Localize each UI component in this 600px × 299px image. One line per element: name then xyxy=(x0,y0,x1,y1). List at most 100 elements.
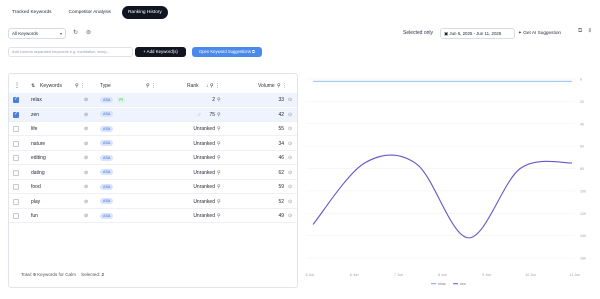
sort-icon[interactable]: ⇅ xyxy=(31,80,35,94)
table-row[interactable]: food ⊘ ASA Unranked ⚲ 59 ⊙ xyxy=(9,180,297,194)
search-icon[interactable]: ⚲ xyxy=(217,122,221,136)
add-keywords-button[interactable]: + Add Keyword(s) xyxy=(135,47,186,57)
row-checkbox[interactable] xyxy=(13,198,19,205)
search-icon[interactable]: ⚲ xyxy=(217,151,221,165)
link-icon[interactable]: ⊘ xyxy=(84,180,88,194)
y-tick-label: 120 xyxy=(580,212,586,216)
tab-bar: Tracked Keywords Competitor Analysis Ran… xyxy=(6,6,168,20)
row-action-icon[interactable]: ⊙ xyxy=(288,209,292,223)
header-keywords-filter-icon[interactable]: ⚲ ⋮ xyxy=(75,80,85,94)
footer-total-count: 9 xyxy=(33,272,36,277)
copy-icon[interactable]: ⧉ xyxy=(578,28,588,34)
ai-suggestion-button[interactable]: ✦ Get AI Suggestion xyxy=(518,30,561,36)
search-icon[interactable]: ⚲ xyxy=(217,209,221,223)
row-action-icon[interactable]: ⊙ xyxy=(288,137,292,151)
search-icon[interactable]: ⚲ xyxy=(217,195,221,209)
row-action-icon[interactable]: ⊙ xyxy=(288,122,292,136)
type-cell: ASA PI xyxy=(100,93,125,107)
link-icon[interactable]: ⊘ xyxy=(84,166,88,180)
keyword-cell: zen xyxy=(31,111,40,118)
x-tick-label: 11 Jun xyxy=(570,273,581,277)
row-checkbox[interactable] xyxy=(13,169,19,176)
y-tick-label: 60 xyxy=(580,145,584,149)
filter-icon[interactable]: ⊜ xyxy=(86,30,91,37)
table-footer: Total: 9 Keywords for Calm Selected: 2 xyxy=(21,272,104,277)
header-keywords[interactable]: Keywords xyxy=(40,80,62,94)
volume-cell: 52 xyxy=(278,198,284,205)
rank-delta: ↓7 xyxy=(197,112,201,117)
chevron-down-icon: ▾ xyxy=(59,31,62,36)
link-icon[interactable]: ⊘ xyxy=(84,195,88,209)
rank-cell: Unranked xyxy=(193,126,215,132)
refresh-icon[interactable]: ↻ xyxy=(73,30,78,37)
row-checkbox[interactable] xyxy=(13,96,19,103)
search-icon[interactable]: ⚲ xyxy=(217,166,221,180)
tab-tracked-keywords[interactable]: Tracked Keywords xyxy=(6,6,58,19)
link-icon[interactable]: ⊘ xyxy=(84,137,88,151)
download-icon[interactable]: ⇩ xyxy=(588,28,597,34)
header-type[interactable]: Type xyxy=(100,80,111,94)
link-icon[interactable]: ⊘ xyxy=(84,108,88,122)
table-row[interactable]: editing ⊘ ASA Unranked ⚲ 46 ⊙ xyxy=(9,151,297,165)
table-row[interactable]: relax ⊘ ASAPI 2⚲ 33 ⊙ xyxy=(9,93,297,107)
link-icon[interactable]: ⊘ xyxy=(84,122,88,136)
row-action-icon[interactable]: ⊙ xyxy=(288,195,292,209)
table-row[interactable]: dating ⊘ ASA Unranked ⚲ 62 ⊙ xyxy=(9,166,297,180)
row-checkbox[interactable] xyxy=(13,126,19,132)
search-icon[interactable]: ⚲ xyxy=(217,93,221,107)
header-rank[interactable]: Rank xyxy=(187,80,199,94)
keyword-cell: fun xyxy=(31,213,38,219)
row-checkbox[interactable] xyxy=(13,155,19,161)
search-icon[interactable]: ⚲ xyxy=(217,180,221,194)
volume-cell: 59 xyxy=(278,184,284,190)
date-range-picker[interactable]: ▣ Jun 6, 2025 - Jun 11, 2025 xyxy=(440,28,515,39)
keyword-filter-select[interactable]: All Keywords ▾ xyxy=(8,28,66,39)
search-icon[interactable]: ⚲ xyxy=(217,137,221,151)
type-cell: ASA xyxy=(100,180,114,194)
column-menu-icon[interactable]: ⋮ xyxy=(14,80,20,94)
selected-only-toggle[interactable]: Selected only xyxy=(403,30,433,36)
row-action-icon[interactable]: ⊙ xyxy=(288,108,292,122)
volume-cell: 34 xyxy=(278,140,284,147)
table-row[interactable]: life ⊘ ASA Unranked ⚲ 55 ⊙ xyxy=(9,122,297,136)
row-checkbox[interactable] xyxy=(13,213,19,219)
table-row[interactable]: fun ⊘ ASA Unranked ⚲ 49 ⊙ xyxy=(9,209,297,223)
header-type-filter-icon[interactable]: ⚲ ⋮ xyxy=(146,80,156,94)
link-icon[interactable]: ⊘ xyxy=(84,93,88,107)
search-icon[interactable]: ⚲ xyxy=(217,108,221,122)
y-tick-label: 40 xyxy=(580,122,584,126)
x-tick-label: 6 Jun xyxy=(350,273,359,277)
type-cell: ASA xyxy=(100,108,114,122)
table-row[interactable]: nature ⊘ ASA Unranked ⚲ 34 ⊙ xyxy=(9,137,297,151)
type-badge: ASA xyxy=(100,183,114,190)
legend-label: relax xyxy=(438,282,446,286)
table-row[interactable]: play ⊘ ASA Unranked ⚲ 52 ⊙ xyxy=(9,195,297,209)
footer-total-label: Total: xyxy=(21,272,32,277)
x-tick-label: 9 Jun xyxy=(482,273,491,277)
tab-competitor-analysis[interactable]: Competitor Analysis xyxy=(62,6,117,19)
link-icon[interactable]: ⊘ xyxy=(84,151,88,165)
header-volume-filter-icon[interactable]: ⚲ ⋮ xyxy=(277,80,287,94)
header-rank-filter-icon[interactable]: ↓ ⚲ ⋮ xyxy=(206,80,220,94)
y-tick-label: 140 xyxy=(580,234,586,238)
type-cell: ASA xyxy=(100,151,114,165)
row-action-icon[interactable]: ⊙ xyxy=(288,180,292,194)
row-action-icon[interactable]: ⊙ xyxy=(288,93,292,107)
row-checkbox[interactable] xyxy=(13,184,19,190)
link-icon[interactable]: ⊘ xyxy=(84,209,88,223)
header-volume[interactable]: Volume xyxy=(258,80,275,94)
y-tick-label: 0 xyxy=(580,78,582,82)
row-checkbox[interactable] xyxy=(13,111,19,118)
y-tick-label: 160 xyxy=(580,257,586,261)
open-suggestions-button[interactable]: Open Keyword Suggestions ⧉ xyxy=(192,47,262,57)
keyword-cell: play xyxy=(31,198,41,205)
table-row[interactable]: zen ⊘ ASA ↓7 75⚲ 42 ⊙ xyxy=(9,107,297,122)
x-tick-label: 8 Jun xyxy=(438,273,447,277)
row-action-icon[interactable]: ⊙ xyxy=(288,151,292,165)
row-checkbox[interactable] xyxy=(13,140,19,147)
type-badge: ASA xyxy=(100,198,114,205)
row-action-icon[interactable]: ⊙ xyxy=(288,166,292,180)
type-badge: ASA xyxy=(100,169,114,176)
tab-ranking-history[interactable]: Ranking History xyxy=(121,6,168,19)
keyword-input[interactable]: Add comma separated keywords e.g. medita… xyxy=(8,47,133,57)
